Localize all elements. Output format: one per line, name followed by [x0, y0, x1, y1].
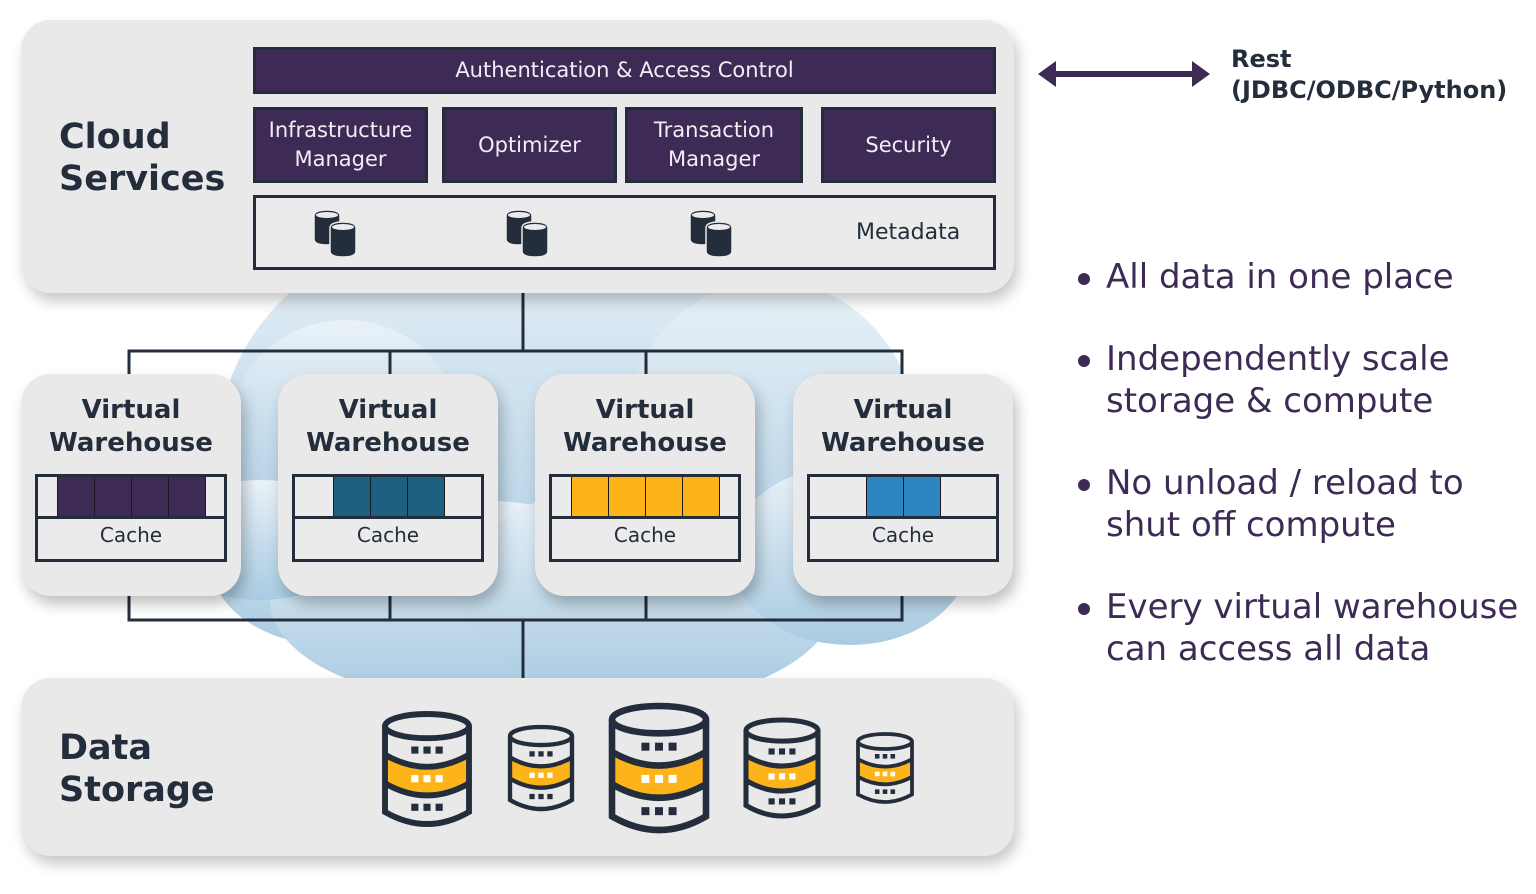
cache-box: Cache — [807, 474, 999, 562]
compute-slots — [552, 477, 738, 519]
virtual-warehouse-1: Virtual Warehouse Cache — [21, 374, 241, 596]
compute-node — [645, 477, 683, 516]
transaction-manager-box: Transaction Manager — [625, 107, 803, 183]
metadata-label: Metadata — [856, 220, 961, 245]
compute-node — [903, 477, 941, 516]
virtual-warehouse-2: Virtual Warehouse Cache — [278, 374, 498, 596]
feature-bullets: All data in one place Independently scal… — [1078, 256, 1536, 710]
database-icon — [608, 702, 710, 834]
optimizer-box: Optimizer — [442, 107, 617, 183]
database-stack-icon — [689, 209, 733, 258]
database-icon — [743, 717, 821, 819]
bullet-item: Every virtual warehouse can access all d… — [1078, 586, 1536, 670]
compute-node — [57, 477, 95, 516]
compute-slots — [295, 477, 481, 519]
database-stack-icon — [313, 209, 357, 258]
bullet-item: No unload / reload to shut off compute — [1078, 462, 1536, 546]
compute-node — [168, 477, 206, 516]
virtual-warehouse-title: Virtual Warehouse — [49, 395, 213, 458]
virtual-warehouse-4: Virtual Warehouse Cache — [793, 374, 1013, 596]
double-arrow-icon — [1038, 61, 1210, 87]
infrastructure-manager-box: Infrastructure Manager — [253, 107, 428, 183]
compute-node — [406, 477, 445, 516]
compute-node — [369, 477, 408, 516]
cache-label: Cache — [613, 523, 677, 547]
cache-box: Cache — [35, 474, 227, 562]
cache-label: Cache — [99, 523, 163, 547]
compute-node — [682, 477, 720, 516]
cache-box: Cache — [549, 474, 741, 562]
compute-node — [608, 477, 646, 516]
cache-label: Cache — [356, 523, 420, 547]
compute-node — [866, 477, 904, 516]
database-icon — [507, 724, 575, 812]
virtual-warehouse-title: Virtual Warehouse — [563, 395, 727, 458]
compute-node — [131, 477, 169, 516]
database-icon — [856, 732, 914, 804]
bullet-item: Independently scale storage & compute — [1078, 338, 1536, 422]
cache-label: Cache — [871, 523, 935, 547]
bullet-item: All data in one place — [1078, 256, 1536, 298]
cache-box: Cache — [292, 474, 484, 562]
compute-slots — [38, 477, 224, 519]
compute-node — [332, 477, 371, 516]
compute-slots — [810, 477, 996, 519]
virtual-warehouse-3: Virtual Warehouse Cache — [535, 374, 755, 596]
storage-databases — [382, 702, 914, 834]
security-box: Security — [821, 107, 996, 183]
compute-node — [571, 477, 609, 516]
database-icon — [382, 711, 472, 827]
virtual-warehouse-title: Virtual Warehouse — [821, 395, 985, 458]
data-storage-title: Data Storage — [59, 728, 215, 810]
cloud-services-title: Cloud Services — [59, 117, 226, 199]
compute-node — [94, 477, 132, 516]
virtual-warehouse-title: Virtual Warehouse — [306, 395, 470, 458]
auth-access-control-bar: Authentication & Access Control — [253, 47, 996, 94]
database-stack-icon — [505, 209, 549, 258]
rest-label: Rest (JDBC/ODBC/Python) — [1231, 45, 1508, 104]
metadata-box: Metadata — [253, 195, 996, 270]
